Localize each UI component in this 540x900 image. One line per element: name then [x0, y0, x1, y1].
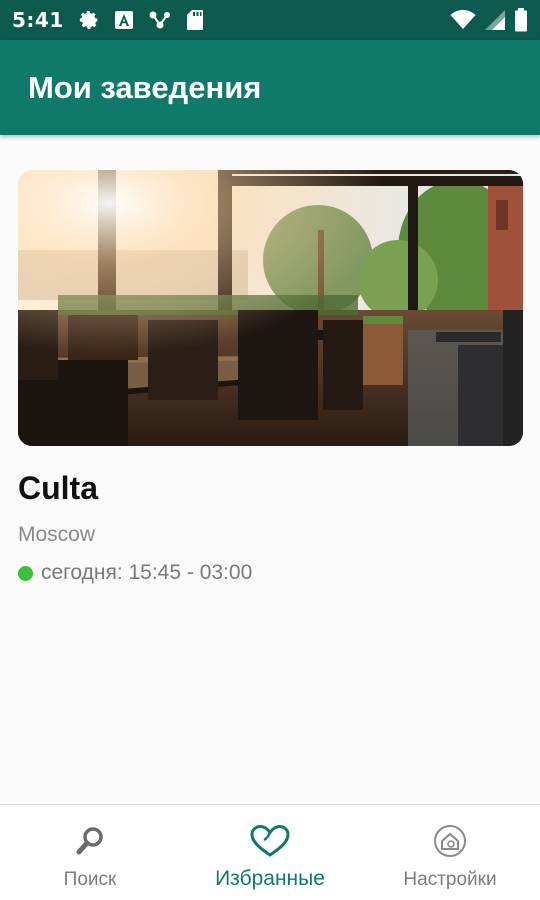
sd-card-icon	[186, 9, 204, 31]
venue-city: Moscow	[18, 523, 96, 546]
cell-signal-icon	[484, 9, 506, 31]
nav-item-settings[interactable]: Настройки	[360, 805, 540, 900]
wifi-icon	[450, 10, 476, 30]
app-bar: Мои заведения	[0, 40, 540, 135]
venue-card[interactable]: Culta Moscow сегодня: 15:45 - 03:00	[18, 170, 523, 585]
page-title: Мои заведения	[28, 69, 262, 105]
nav-label-search: Поиск	[63, 869, 117, 890]
venue-hours-text: сегодня: 15:45 - 03:00	[41, 561, 253, 584]
venue-name: Culta	[18, 470, 98, 506]
gear-icon	[78, 9, 100, 31]
bottom-nav: Поиск Избранные Настройки	[0, 804, 540, 900]
a-box-icon	[114, 10, 134, 30]
venue-hours: сегодня: 15:45 - 03:00	[18, 561, 523, 585]
nav-item-favorites[interactable]: Избранные	[180, 805, 360, 900]
search-icon	[75, 823, 105, 859]
battery-icon	[514, 8, 528, 32]
nav-label-settings: Настройки	[403, 869, 497, 890]
nav-label-favorites: Избранные	[215, 867, 325, 890]
venue-photo[interactable]	[18, 170, 523, 446]
heart-icon	[250, 823, 290, 859]
status-time: 5:41	[12, 8, 64, 32]
open-status-dot	[18, 565, 33, 581]
home-settings-icon	[433, 823, 467, 859]
status-bar: 5:41	[0, 0, 540, 40]
share-nodes-icon	[148, 10, 172, 30]
status-icons-right	[450, 8, 528, 32]
status-icons-left	[78, 9, 204, 31]
nav-item-search[interactable]: Поиск	[0, 805, 180, 900]
